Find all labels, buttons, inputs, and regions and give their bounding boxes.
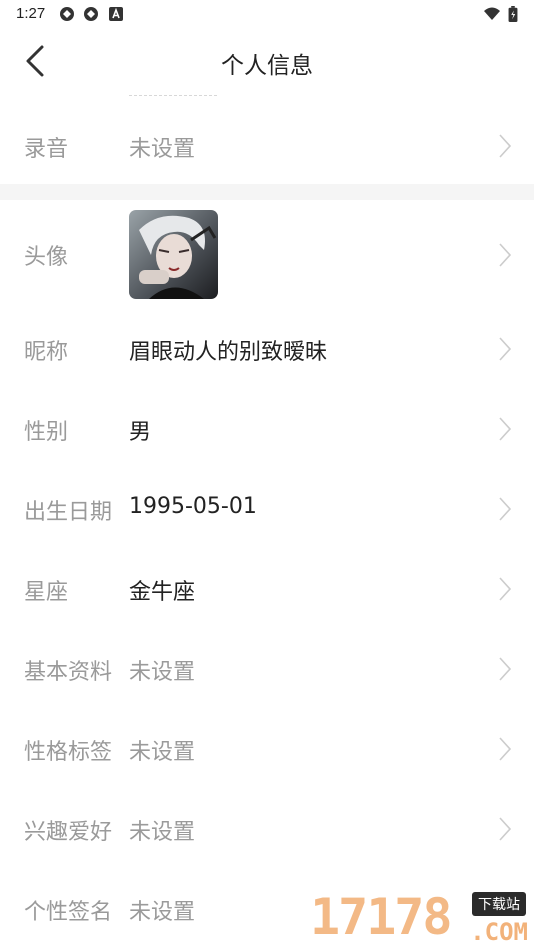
row-gender[interactable]: 性别 男 xyxy=(0,398,534,460)
row-label: 兴趣爱好 xyxy=(24,820,113,845)
row-recording[interactable]: 录音 未设置 xyxy=(0,116,534,176)
chevron-right-icon xyxy=(499,657,512,681)
wifi-icon xyxy=(484,7,500,20)
row-label: 性别 xyxy=(24,420,69,445)
sync-icon xyxy=(84,7,98,21)
watermark-tag: 下载站 xyxy=(472,892,526,916)
basic-info-value: 未设置 xyxy=(129,660,196,685)
row-value: 未设置 xyxy=(129,137,196,162)
chevron-right-icon xyxy=(499,817,512,841)
battery-icon xyxy=(508,6,518,22)
row-basic-info[interactable]: 基本资料 未设置 xyxy=(0,638,534,700)
hobbies-value: 未设置 xyxy=(129,820,196,845)
signature-value: 未设置 xyxy=(129,900,196,925)
chevron-right-icon xyxy=(499,497,512,521)
chevron-right-icon xyxy=(499,737,512,761)
personality-tags-value: 未设置 xyxy=(129,740,196,765)
chevron-right-icon xyxy=(499,337,512,361)
row-label: 昵称 xyxy=(24,340,69,365)
row-personality-tags[interactable]: 性格标签 未设置 xyxy=(0,718,534,780)
row-label: 个性签名 xyxy=(24,900,113,925)
section-divider xyxy=(0,184,534,200)
avatar-image xyxy=(129,210,218,299)
row-zodiac[interactable]: 星座 金牛座 xyxy=(0,558,534,620)
row-birthday[interactable]: 出生日期 1995-05-01 xyxy=(0,478,534,540)
chevron-right-icon xyxy=(499,243,512,267)
row-label: 录音 xyxy=(24,137,69,162)
nav-bar: 个人信息 xyxy=(0,28,534,94)
chevron-right-icon xyxy=(499,134,512,158)
site-watermark: 17178 下载站 .COM xyxy=(310,888,534,950)
avatar[interactable] xyxy=(129,210,218,299)
row-nickname[interactable]: 昵称 眉眼动人的别致暧昧 xyxy=(0,318,534,380)
row-hobbies[interactable]: 兴趣爱好 未设置 xyxy=(0,798,534,860)
row-label: 头像 xyxy=(24,245,69,270)
zodiac-value: 金牛座 xyxy=(129,580,196,605)
status-bar: 1:27 xyxy=(0,0,534,28)
dashed-divider xyxy=(129,95,217,96)
row-label: 星座 xyxy=(24,580,69,605)
watermark-domain: .COM xyxy=(470,918,528,946)
birthday-value: 1995-05-01 xyxy=(129,494,257,519)
page-title: 个人信息 xyxy=(221,53,313,79)
chevron-right-icon xyxy=(499,417,512,441)
status-time: 1:27 xyxy=(16,5,46,22)
chevron-right-icon xyxy=(499,577,512,601)
row-label: 出生日期 xyxy=(24,500,113,525)
watermark-digits: 17178 xyxy=(310,888,453,946)
sync-icon xyxy=(60,7,74,21)
nickname-value: 眉眼动人的别致暧昧 xyxy=(129,340,328,365)
gender-value: 男 xyxy=(129,420,152,445)
row-label: 基本资料 xyxy=(24,660,113,685)
row-avatar[interactable]: 头像 xyxy=(0,205,534,305)
row-label: 性格标签 xyxy=(24,740,113,765)
a-badge-icon xyxy=(109,7,123,21)
